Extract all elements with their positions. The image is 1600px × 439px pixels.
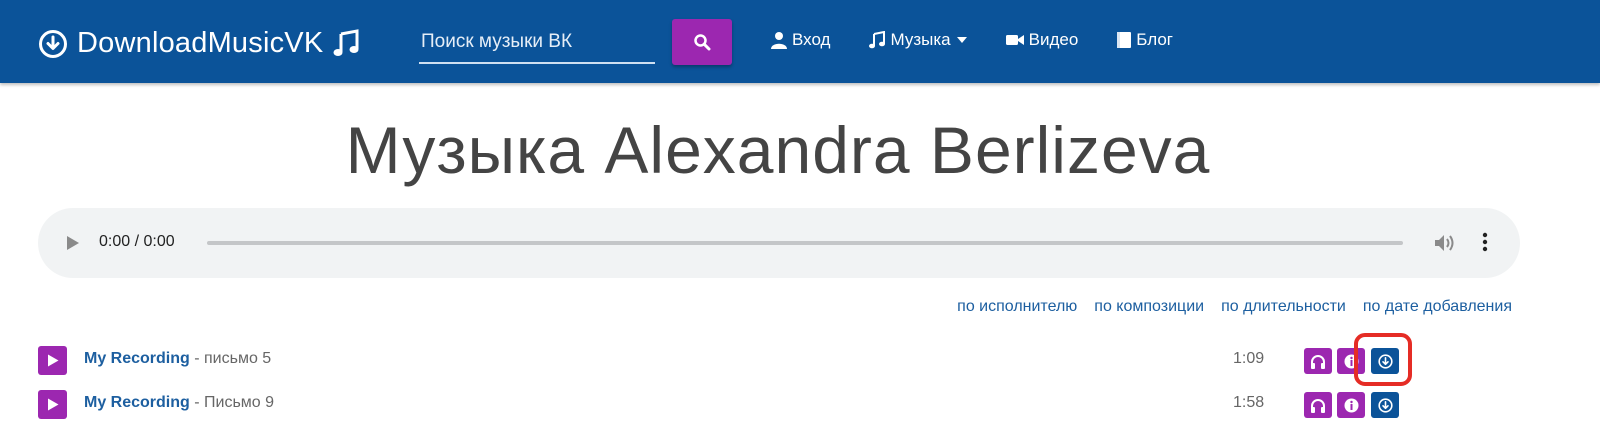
sort-by-title[interactable]: по композиции — [1094, 298, 1204, 316]
track-row: My Recording - письмо 5 1:09 — [38, 346, 1418, 376]
play-icon — [47, 354, 58, 367]
track-play-button[interactable] — [38, 390, 67, 419]
nav-item-label: Видео — [1028, 30, 1079, 49]
navbar: DownloadMusicVK Вход — [0, 0, 1600, 83]
play-icon[interactable] — [66, 235, 80, 251]
book-icon — [1117, 32, 1132, 48]
audio-player: 0:00 / 0:00 — [38, 208, 1520, 278]
track-separator: - — [189, 394, 205, 411]
music-note-icon — [333, 28, 359, 56]
brand-name: DownloadMusicVK — [77, 27, 324, 59]
track-artist-link[interactable]: My Recording — [84, 394, 190, 411]
chevron-down-icon — [956, 37, 967, 43]
listen-button[interactable] — [1304, 392, 1332, 418]
nav-item-label: Музыка — [890, 30, 951, 49]
track-separator: - — [189, 350, 205, 367]
nav-item-label: Блог — [1136, 30, 1174, 49]
highlight-box — [1354, 333, 1412, 386]
player-time: 0:00 / 0:00 — [99, 233, 175, 250]
listen-button[interactable] — [1304, 348, 1332, 374]
track-title: Письмо 9 — [204, 394, 275, 411]
sort-by-date[interactable]: по дате добавления — [1363, 298, 1512, 316]
play-icon — [47, 398, 58, 411]
track-duration: 1:58 — [1233, 394, 1265, 411]
download-circle-icon — [1377, 397, 1393, 413]
headphones-icon — [1311, 354, 1325, 369]
track-artist-link[interactable]: My Recording — [84, 350, 190, 367]
download-circle-icon — [39, 29, 67, 58]
info-button[interactable] — [1337, 392, 1365, 418]
sort-by-artist[interactable]: по исполнителю — [957, 298, 1077, 316]
search-input[interactable] — [419, 24, 655, 64]
nav-item-login[interactable]: Вход — [770, 30, 830, 50]
music-note-icon — [869, 31, 886, 49]
nav-item-music[interactable]: Музыка — [868, 30, 967, 50]
download-button[interactable] — [1371, 392, 1399, 418]
nav-links: Вход Музыка Видео Блог — [770, 30, 1211, 50]
nav-item-label: Вход — [792, 30, 831, 49]
user-icon — [771, 32, 787, 49]
track-title: письмо 5 — [204, 350, 272, 367]
nav-item-video[interactable]: Видео — [1005, 30, 1079, 50]
search-button[interactable] — [672, 19, 732, 65]
track-row: My Recording - Письмо 9 1:58 — [38, 390, 1418, 420]
volume-icon[interactable] — [1433, 232, 1457, 254]
more-options-icon[interactable] — [1479, 232, 1491, 254]
track-name: My Recording - Письмо 9 — [84, 394, 274, 412]
track-duration: 1:09 — [1233, 350, 1265, 367]
search-icon — [694, 34, 711, 51]
nav-item-blog[interactable]: Блог — [1116, 30, 1173, 50]
track-name: My Recording - письмо 5 — [84, 350, 271, 368]
headphones-icon — [1311, 398, 1325, 413]
page-title: Музыка Alexandra Berlizeva — [345, 113, 1211, 187]
info-icon — [1344, 398, 1358, 412]
sort-links: по исполнителю по композиции по длительн… — [940, 298, 1512, 316]
brand-logo[interactable]: DownloadMusicVK — [38, 27, 361, 60]
player-progress-track[interactable] — [207, 241, 1403, 245]
track-play-button[interactable] — [38, 346, 67, 375]
sort-by-duration[interactable]: по длительности — [1221, 298, 1346, 316]
video-camera-icon — [1005, 35, 1024, 45]
